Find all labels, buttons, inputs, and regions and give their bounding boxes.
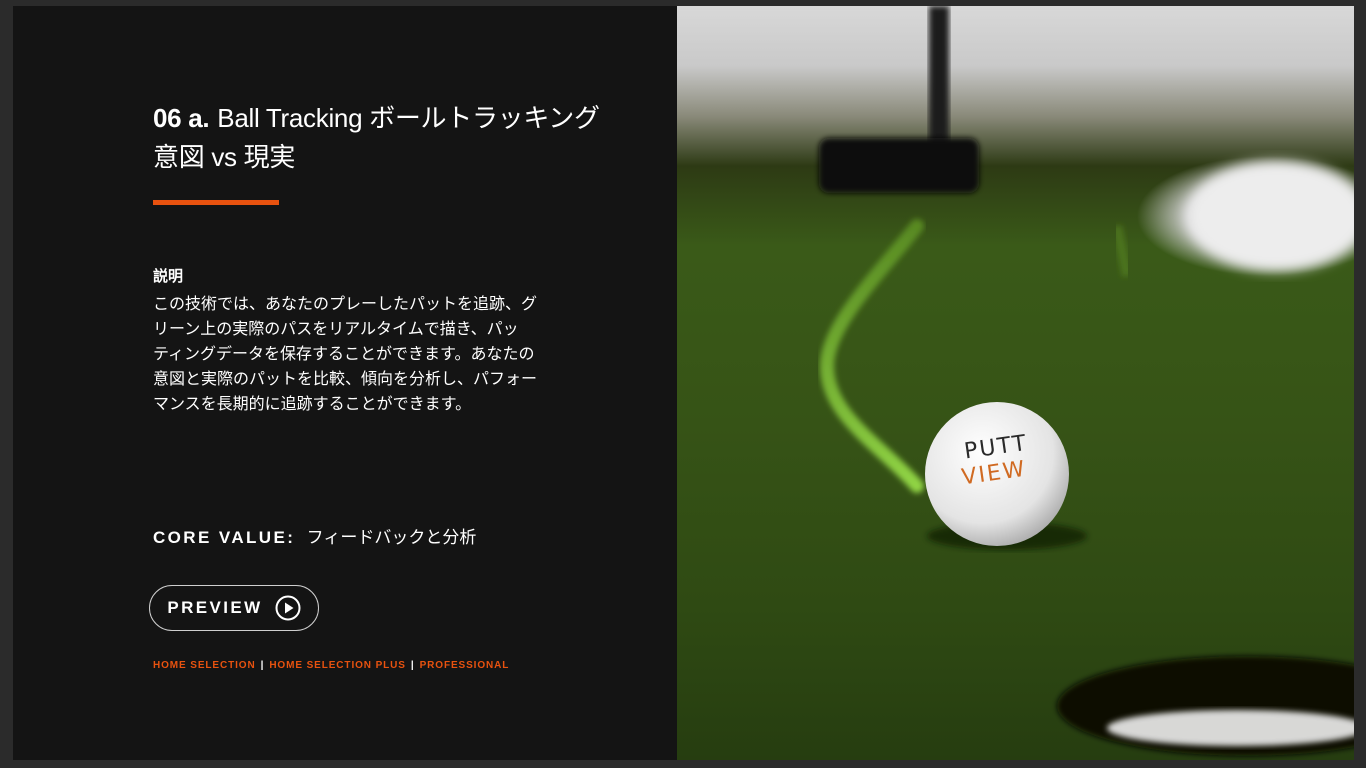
title-subtitle: 意図 vs 現実: [153, 142, 296, 172]
description-line: リーン上の実際のパスをリアルタイムで描き、パッ: [153, 319, 519, 338]
edition-links: HOME SELECTION | HOME SELECTION PLUS | PROFE…: [153, 660, 509, 671]
description-line: 意図と実際のパットを比較、傾向を分析し、パフォー: [153, 369, 538, 388]
description-body: この技術では、あなたのプレーしたパットを追跡、グ リーン上の実際のパスをリアルタ…: [153, 291, 573, 416]
title-text: Ball Tracking ボールトラッキング: [217, 103, 600, 133]
slide-frame: 06 a. Ball Tracking ボールトラッキング 意図 vs 現実 説…: [13, 6, 1354, 760]
edition-home-selection[interactable]: HOME SELECTION: [153, 660, 256, 671]
edition-professional[interactable]: PROFESSIONAL: [420, 660, 510, 671]
preview-button-label: PREVIEW: [167, 598, 263, 617]
info-panel: 06 a. Ball Tracking ボールトラッキング 意図 vs 現実 説…: [13, 6, 677, 760]
slide-title: 06 a. Ball Tracking ボールトラッキング 意図 vs 現実: [153, 99, 673, 177]
core-value: CORE VALUE: フィードバックと分析: [153, 523, 476, 548]
preview-button[interactable]: PREVIEW: [149, 585, 319, 631]
description-line: マンスを長期的に追跡することができます。: [153, 394, 472, 413]
accent-divider: [153, 200, 279, 205]
description-heading: 説明: [153, 267, 184, 285]
description-line: この技術では、あなたのプレーしたパットを追跡、グ: [153, 294, 538, 313]
play-circle-icon: [275, 595, 301, 621]
edition-separator: |: [410, 660, 415, 671]
golf-ball-photo: PUTT VIEW: [677, 6, 1354, 760]
edition-separator: |: [260, 660, 265, 671]
edition-home-selection-plus[interactable]: HOME SELECTION PLUS: [269, 660, 406, 671]
core-value-text: フィードバックと分析: [306, 528, 477, 548]
core-value-label: CORE VALUE:: [153, 528, 296, 547]
description-line: ティングデータを保存することができます。あなたの: [153, 344, 535, 363]
title-number: 06 a.: [153, 103, 210, 133]
photo-illustration: PUTT VIEW: [819, 6, 1354, 756]
